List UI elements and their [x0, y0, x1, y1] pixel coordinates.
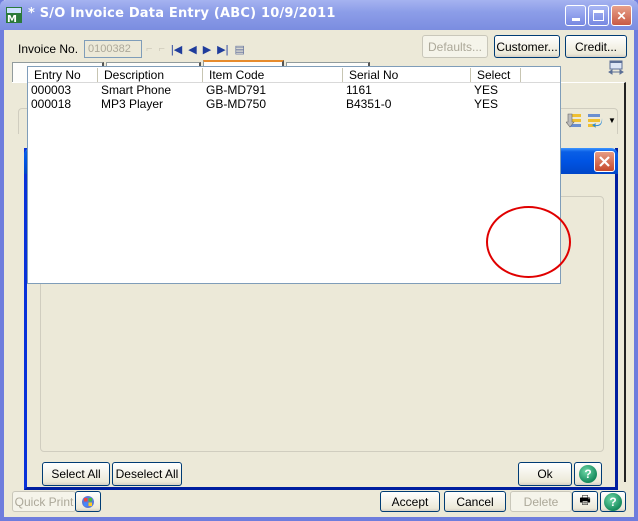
credit-button[interactable]: Credit... [565, 35, 627, 58]
close-button[interactable]: ✕ [611, 5, 632, 26]
svg-text:M: M [7, 14, 17, 23]
move-down-icon[interactable] [566, 112, 582, 128]
help-icon: ? [579, 465, 597, 483]
maximize-button[interactable] [588, 5, 609, 26]
service-entries-list[interactable]: Entry No Description Item Code Serial No… [27, 66, 561, 284]
customer-button[interactable]: Customer... [494, 35, 560, 58]
close-icon: ✕ [616, 8, 627, 23]
column-header-serial-no[interactable]: Serial No [343, 68, 471, 82]
last-record-icon[interactable]: ▶| [217, 43, 228, 56]
entry-no-cell: 000003 [31, 83, 72, 97]
help-icon: ? [604, 492, 622, 511]
accept-button[interactable]: Accept [380, 491, 440, 512]
invoice-no-label: Invoice No. [18, 42, 79, 56]
ok-label: Ok [537, 467, 553, 481]
windows-button[interactable] [75, 491, 101, 512]
main-help-button[interactable]: ? [600, 491, 626, 512]
description-cell: Smart Phone [101, 83, 172, 97]
invoice-no-input[interactable] [84, 40, 143, 58]
renumber-icon[interactable] [587, 112, 603, 128]
next-record-icon[interactable]: ▶ [203, 43, 211, 56]
cancel-button[interactable]: Cancel [444, 491, 506, 512]
item-code-cell: GB-MD791 [206, 83, 267, 97]
first-record-icon[interactable]: |◀ [171, 43, 182, 56]
copy-from-icon: ⌐ [158, 43, 165, 55]
window-title: * S/O Invoice Data Entry (ABC) 10/9/2011 [28, 6, 336, 21]
description-cell: MP3 Player [101, 97, 164, 111]
item-code-cell: GB-MD750 [206, 97, 267, 111]
windows-logo-icon [82, 495, 94, 508]
minimize-button[interactable] [565, 5, 586, 26]
deselect-all-button[interactable]: Deselect All [112, 462, 182, 486]
app-icon: M [6, 7, 22, 23]
ok-button[interactable]: Ok [518, 462, 572, 486]
previous-record-icon[interactable]: ◀ [188, 43, 196, 56]
deselect-all-label: Deselect All [115, 467, 179, 481]
column-header-description[interactable]: Description [98, 68, 203, 82]
print-button[interactable]: 🖶 [572, 491, 598, 512]
invoice-row: Invoice No. ⌐ ⌐ |◀ ◀ ▶ ▶| ▤ [18, 40, 245, 58]
delete-button[interactable]: Delete [510, 491, 572, 512]
column-header-entry-no[interactable]: Entry No [28, 68, 98, 82]
dialog-close-button[interactable] [594, 151, 615, 172]
serial-no-cell: 1161 [346, 83, 372, 97]
toolbar-dropdown-icon[interactable]: ▼ [608, 116, 616, 125]
main-title-bar[interactable]: M * S/O Invoice Data Entry (ABC) 10/9/20… [0, 0, 638, 30]
maximize-icon [593, 10, 604, 21]
select-all-label: Select All [51, 467, 101, 481]
select-all-button[interactable]: Select All [42, 462, 110, 486]
resize-panel-icon[interactable] [608, 60, 624, 76]
select-cell: YES [474, 97, 499, 111]
list-row[interactable]: 000018 MP3 Player GB-MD750 B4351-0 YES [28, 97, 560, 111]
column-header-select[interactable]: Select [471, 68, 521, 82]
dialog-help-button[interactable]: ? [574, 462, 602, 486]
quick-print-button[interactable]: Quick Print [12, 491, 76, 512]
printer-icon: 🖶 [579, 493, 591, 507]
minimize-icon [571, 18, 580, 21]
notes-icon[interactable]: ▤ [235, 43, 245, 56]
defaults-button[interactable]: Defaults... [422, 35, 488, 58]
entry-no-cell: 000018 [31, 97, 72, 111]
close-icon [599, 156, 610, 167]
select-cell: YES [474, 83, 499, 97]
list-row[interactable]: 000003 Smart Phone GB-MD791 1161 YES [28, 83, 560, 97]
next-number-icon: ⌐ [146, 43, 153, 55]
list-header: Entry No Description Item Code Serial No… [28, 67, 560, 83]
serial-no-cell: B4351-0 [346, 97, 392, 111]
column-header-item-code[interactable]: Item Code [203, 68, 343, 82]
